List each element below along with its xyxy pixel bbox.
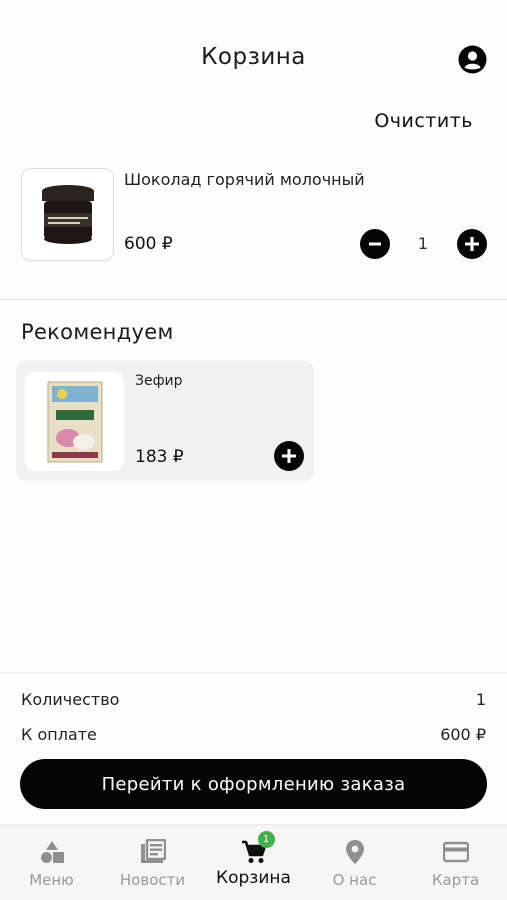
nav-item-card[interactable]: Карта (405, 825, 506, 900)
decrease-quantity-button[interactable] (360, 229, 390, 259)
recommended-product-image (25, 372, 124, 471)
increase-quantity-button[interactable] (457, 229, 487, 259)
quantity-summary-label: Количество (21, 690, 120, 709)
minus-icon (369, 242, 381, 246)
bottom-navigation: Меню Новости 1 Корзина О нас Карта (0, 824, 507, 900)
total-summary-row: К оплате 600 ₽ (21, 725, 486, 744)
quantity-summary-value: 1 (475, 690, 486, 709)
page-title: Корзина (201, 44, 306, 70)
quantity-value: 1 (417, 234, 429, 253)
nav-item-cart[interactable]: 1 Корзина (203, 825, 304, 900)
plus-icon (282, 449, 296, 463)
order-summary: Количество 1 К оплате 600 ₽ Перейти к оф… (0, 672, 507, 824)
nav-item-news[interactable]: Новости (102, 825, 203, 900)
cart-item-name: Шоколад горячий молочный (124, 170, 365, 189)
cart-item-price: 600 ₽ (124, 234, 173, 254)
nav-item-menu[interactable]: Меню (1, 825, 102, 900)
clear-cart-button[interactable]: Очистить (374, 110, 473, 132)
recommended-product-card[interactable]: Зефир 183 ₽ (16, 361, 314, 481)
profile-icon[interactable] (458, 45, 487, 74)
product-image (21, 168, 114, 261)
total-summary-value: 600 ₽ (440, 725, 486, 744)
section-divider (0, 299, 507, 300)
checkout-button[interactable]: Перейти к оформлению заказа (20, 759, 487, 809)
recommended-product-name: Зефир (135, 373, 183, 389)
total-summary-label: К оплате (21, 725, 97, 744)
quantity-summary-row: Количество 1 (21, 690, 486, 709)
location-pin-icon (342, 839, 368, 865)
news-icon (140, 839, 166, 865)
plus-icon (465, 237, 479, 251)
cart-badge: 1 (257, 831, 275, 848)
recommendations-title: Рекомендуем (21, 320, 174, 344)
nav-label-about: О нас (332, 871, 377, 889)
card-icon (442, 839, 469, 865)
nav-item-about[interactable]: О нас (304, 825, 405, 900)
app-header: Корзина (0, 0, 507, 110)
nav-label-news: Новости (119, 871, 186, 889)
nav-label-menu: Меню (29, 871, 74, 889)
nav-label-card: Карта (431, 871, 480, 889)
menu-shapes-icon (39, 839, 65, 865)
nav-label-cart: Корзина (216, 868, 291, 888)
cart-item: Шоколад горячий молочный 600 ₽ 1 (0, 160, 507, 300)
cart-icon: 1 (241, 831, 275, 865)
add-to-cart-button[interactable] (274, 441, 304, 471)
recommended-product-price: 183 ₽ (135, 447, 184, 467)
